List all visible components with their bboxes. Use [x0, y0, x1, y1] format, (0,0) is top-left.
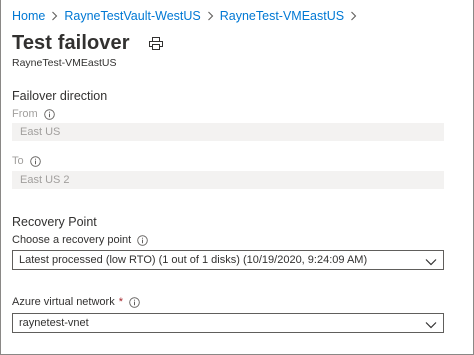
info-icon[interactable]	[129, 296, 140, 308]
from-region-field: East US	[12, 123, 444, 141]
from-label: From	[12, 108, 38, 120]
to-label-row: To	[12, 155, 41, 167]
info-icon[interactable]	[29, 155, 41, 167]
from-label-row: From	[12, 108, 55, 120]
to-label: To	[12, 155, 24, 167]
virtual-network-dropdown[interactable]: raynetest-vnet	[12, 313, 444, 333]
chevron-right-icon	[207, 11, 214, 21]
chevron-down-icon	[425, 255, 437, 266]
page-subtitle: RayneTest-VMEastUS	[12, 57, 117, 69]
choose-recovery-point-label-row: Choose a recovery point	[12, 234, 148, 246]
breadcrumb: Home RayneTestVault-WestUS RayneTest-VME…	[12, 9, 363, 23]
recovery-point-selected-value: Latest processed (low RTO) (1 out of 1 d…	[19, 254, 368, 266]
failover-direction-heading: Failover direction	[12, 89, 108, 103]
breadcrumb-vault-link[interactable]: RayneTestVault-WestUS	[64, 9, 200, 23]
virtual-network-label-row: Azure virtual network *	[12, 296, 140, 308]
breadcrumb-vm-link[interactable]: RayneTest-VMEastUS	[220, 9, 344, 23]
chevron-right-icon	[350, 11, 357, 21]
page-title: Test failover	[12, 32, 130, 54]
breadcrumb-home-link[interactable]: Home	[12, 9, 45, 23]
recovery-point-heading: Recovery Point	[12, 215, 97, 229]
to-region-field: East US 2	[12, 171, 444, 189]
print-icon[interactable]	[148, 36, 164, 52]
virtual-network-label: Azure virtual network	[12, 296, 115, 308]
virtual-network-selected-value: raynetest-vnet	[19, 317, 89, 329]
chevron-down-icon	[425, 318, 437, 329]
required-marker: *	[118, 296, 123, 308]
info-icon[interactable]	[137, 234, 148, 246]
title-row: Test failover	[12, 32, 164, 55]
chevron-right-icon	[51, 11, 58, 21]
info-icon[interactable]	[43, 108, 55, 120]
recovery-point-dropdown[interactable]: Latest processed (low RTO) (1 out of 1 d…	[12, 250, 444, 270]
choose-recovery-point-label: Choose a recovery point	[12, 234, 132, 246]
